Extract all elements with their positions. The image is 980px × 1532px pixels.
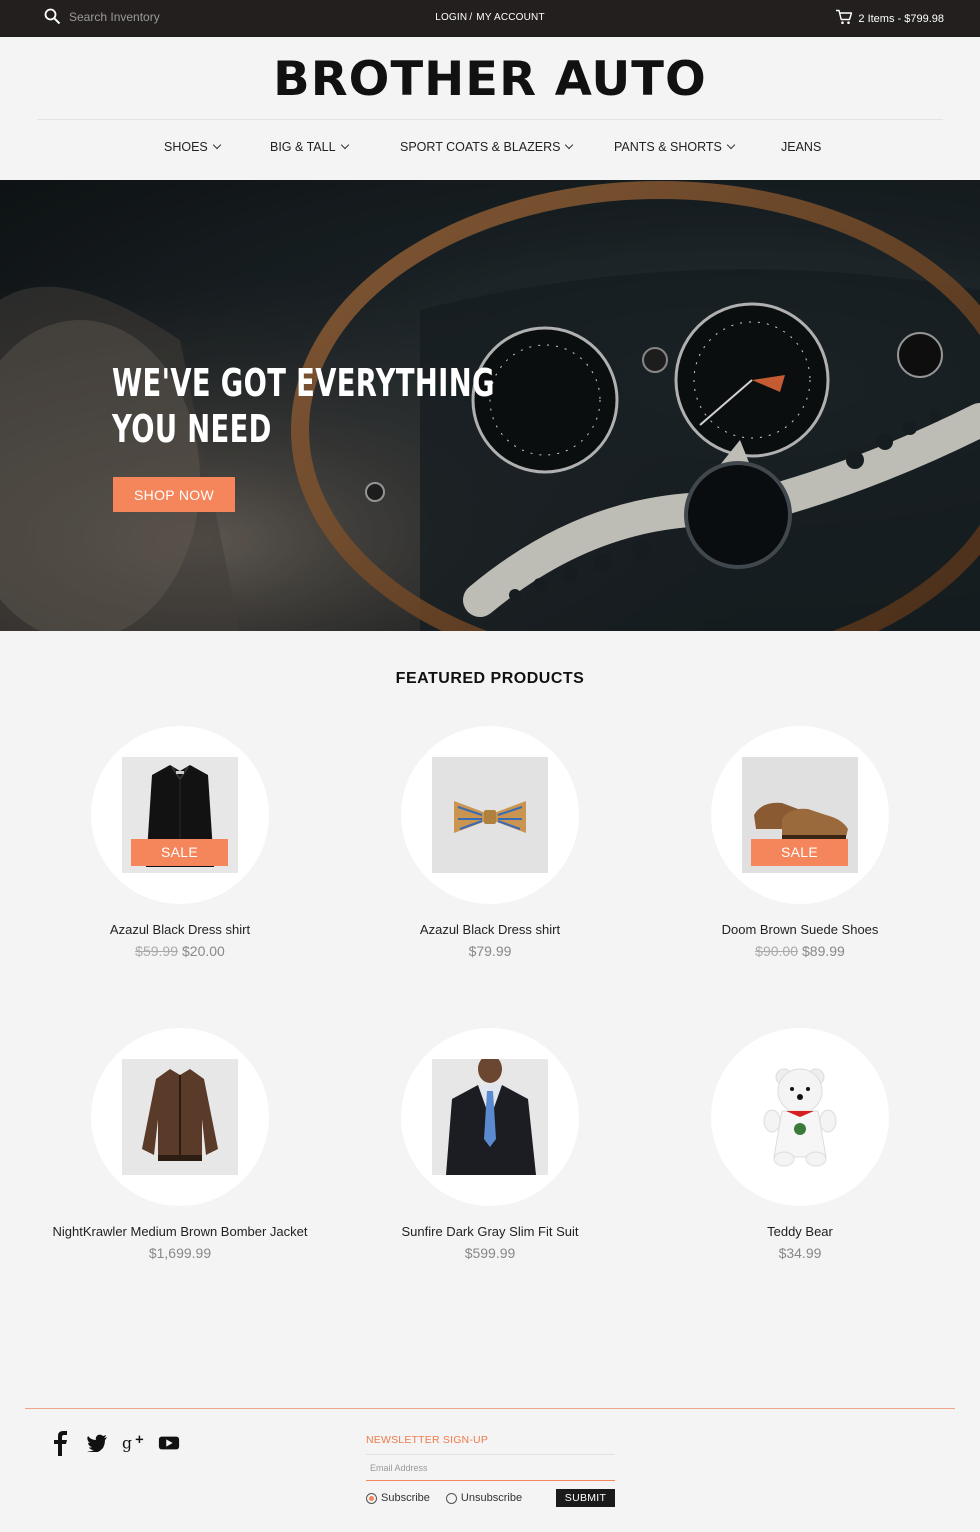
nav-item-jeans[interactable]: JEANS [781, 140, 821, 154]
product-card[interactable]: SALE Azazul Black Dress shirt $59.99 $20.… [30, 726, 330, 959]
unsubscribe-radio[interactable] [445, 1492, 457, 1504]
product-image-frame[interactable] [401, 1028, 579, 1206]
product-price: $1,699.99 [148, 1245, 212, 1261]
my-account-link[interactable]: MY ACCOUNT [476, 12, 545, 23]
product-card[interactable]: SALE Doom Brown Suede Shoes $90.00 $89.99 [650, 726, 950, 959]
product-card[interactable]: Teddy Bear $34.99 [650, 1028, 950, 1261]
radio-selected-dot [369, 1495, 374, 1501]
hero-headline-line-2: YOU NEED [112, 407, 272, 451]
sale-badge: SALE [751, 839, 848, 866]
login-link[interactable]: LOGIN [435, 12, 467, 23]
facebook-icon[interactable] [50, 1430, 72, 1456]
subscribe-label[interactable]: Subscribe [381, 1492, 430, 1504]
email-field[interactable] [366, 1455, 615, 1481]
nav-item-big-tall[interactable]: BIG & TALL [270, 140, 349, 154]
nav-item-label: BIG & TALL [270, 140, 336, 154]
product-image-frame[interactable] [401, 726, 579, 904]
product-image [432, 1059, 548, 1175]
featured-products-heading: FEATURED PRODUCTS [395, 670, 585, 687]
product-price: $34.99 [778, 1245, 822, 1261]
account-links: LOGIN / MY ACCOUNT [0, 12, 980, 23]
twitter-icon[interactable] [86, 1430, 108, 1456]
hero-headline-line-1: WE'VE GOT EVERYTHING [112, 361, 495, 405]
product-price: $79.99 [468, 943, 512, 959]
sale-badge: SALE [131, 839, 228, 866]
youtube-icon[interactable] [158, 1430, 180, 1456]
cart-summary: 2 Items - $799.98 [858, 12, 944, 25]
nav-item-label: PANTS & SHORTS [614, 140, 722, 154]
chevron-down-icon [726, 140, 736, 150]
product-name[interactable]: Teddy Bear [650, 1224, 950, 1239]
product-name[interactable]: Sunfire Dark Gray Slim Fit Suit [340, 1224, 640, 1239]
product-name[interactable]: Doom Brown Suede Shoes [650, 922, 950, 937]
social-links: g [50, 1430, 180, 1456]
footer-divider [25, 1408, 955, 1409]
product-old-price: $90.00 [755, 943, 798, 959]
shop-now-button[interactable]: SHOP NOW [113, 477, 235, 512]
subscribe-radio[interactable] [366, 1492, 377, 1504]
nav-item-sport-coats-blazers[interactable]: SPORT COATS & BLAZERS [400, 140, 574, 154]
svg-text:g: g [122, 1435, 132, 1453]
top-bar: LOGIN/MY ACCOUNT 2 Items - $799.98 [0, 0, 980, 37]
brand-logo[interactable]: BROTHER AUTO [0, 52, 980, 107]
product-old-price: $59.99 [135, 943, 178, 959]
chevron-down-icon [340, 140, 349, 150]
header-divider [37, 119, 943, 120]
submit-button[interactable]: SUBMIT [556, 1489, 615, 1507]
main-nav: SHOES BIG & TALL SPORT COATS & BLAZERS P… [0, 140, 980, 160]
cart-icon [835, 9, 853, 28]
product-image-frame[interactable] [711, 1028, 889, 1206]
newsletter-form: NEWSLETTER SIGN-UP Subscribe Unsubscribe… [366, 1434, 615, 1507]
product-name[interactable]: Azazul Black Dress shirt [340, 922, 640, 937]
hero-banner: WE'VE GOT EVERYTHING YOU NEED SHOP NOW [0, 180, 980, 631]
product-card[interactable]: NightKrawler Medium Brown Bomber Jacket … [30, 1028, 330, 1261]
product-card[interactable]: Azazul Black Dress shirt $79.99 [340, 726, 640, 959]
nav-item-label: SHOES [164, 140, 208, 154]
unsubscribe-label[interactable]: Unsubscribe [461, 1492, 522, 1504]
product-image [122, 1059, 238, 1175]
nav-item-label: JEANS [781, 140, 822, 154]
nav-item-label: SPORT COATS & BLAZERS [400, 140, 561, 154]
product-image-frame[interactable] [91, 1028, 269, 1206]
newsletter-label: NEWSLETTER SIGN-UP [366, 1434, 489, 1446]
cart-link[interactable]: 2 Items - $799.98 [835, 9, 944, 28]
chevron-down-icon [565, 140, 574, 150]
product-name[interactable]: Azazul Black Dress shirt [30, 922, 330, 937]
product-sale-price: $20.00 [182, 943, 225, 959]
account-separator: / [469, 12, 473, 23]
product-image-frame[interactable]: SALE [91, 726, 269, 904]
nav-item-pants-shorts[interactable]: PANTS & SHORTS [614, 140, 736, 154]
google-plus-icon[interactable]: g [122, 1430, 144, 1456]
nav-item-shoes[interactable]: SHOES [164, 140, 222, 154]
product-image [432, 757, 548, 873]
product-price: $599.99 [464, 1245, 516, 1261]
product-image [742, 1059, 858, 1175]
product-sale-price: $89.99 [802, 943, 845, 959]
product-price: $90.00 $89.99 [650, 943, 950, 959]
product-image-frame[interactable]: SALE [711, 726, 889, 904]
chevron-down-icon [212, 140, 222, 150]
product-price: $59.99 $20.00 [30, 943, 330, 959]
hero-headline: WE'VE GOT EVERYTHING YOU NEED [112, 360, 495, 452]
product-name[interactable]: NightKrawler Medium Brown Bomber Jacket [30, 1224, 330, 1239]
subscription-options: Subscribe Unsubscribe SUBMIT [366, 1489, 615, 1507]
product-card[interactable]: Sunfire Dark Gray Slim Fit Suit $599.99 [340, 1028, 640, 1261]
